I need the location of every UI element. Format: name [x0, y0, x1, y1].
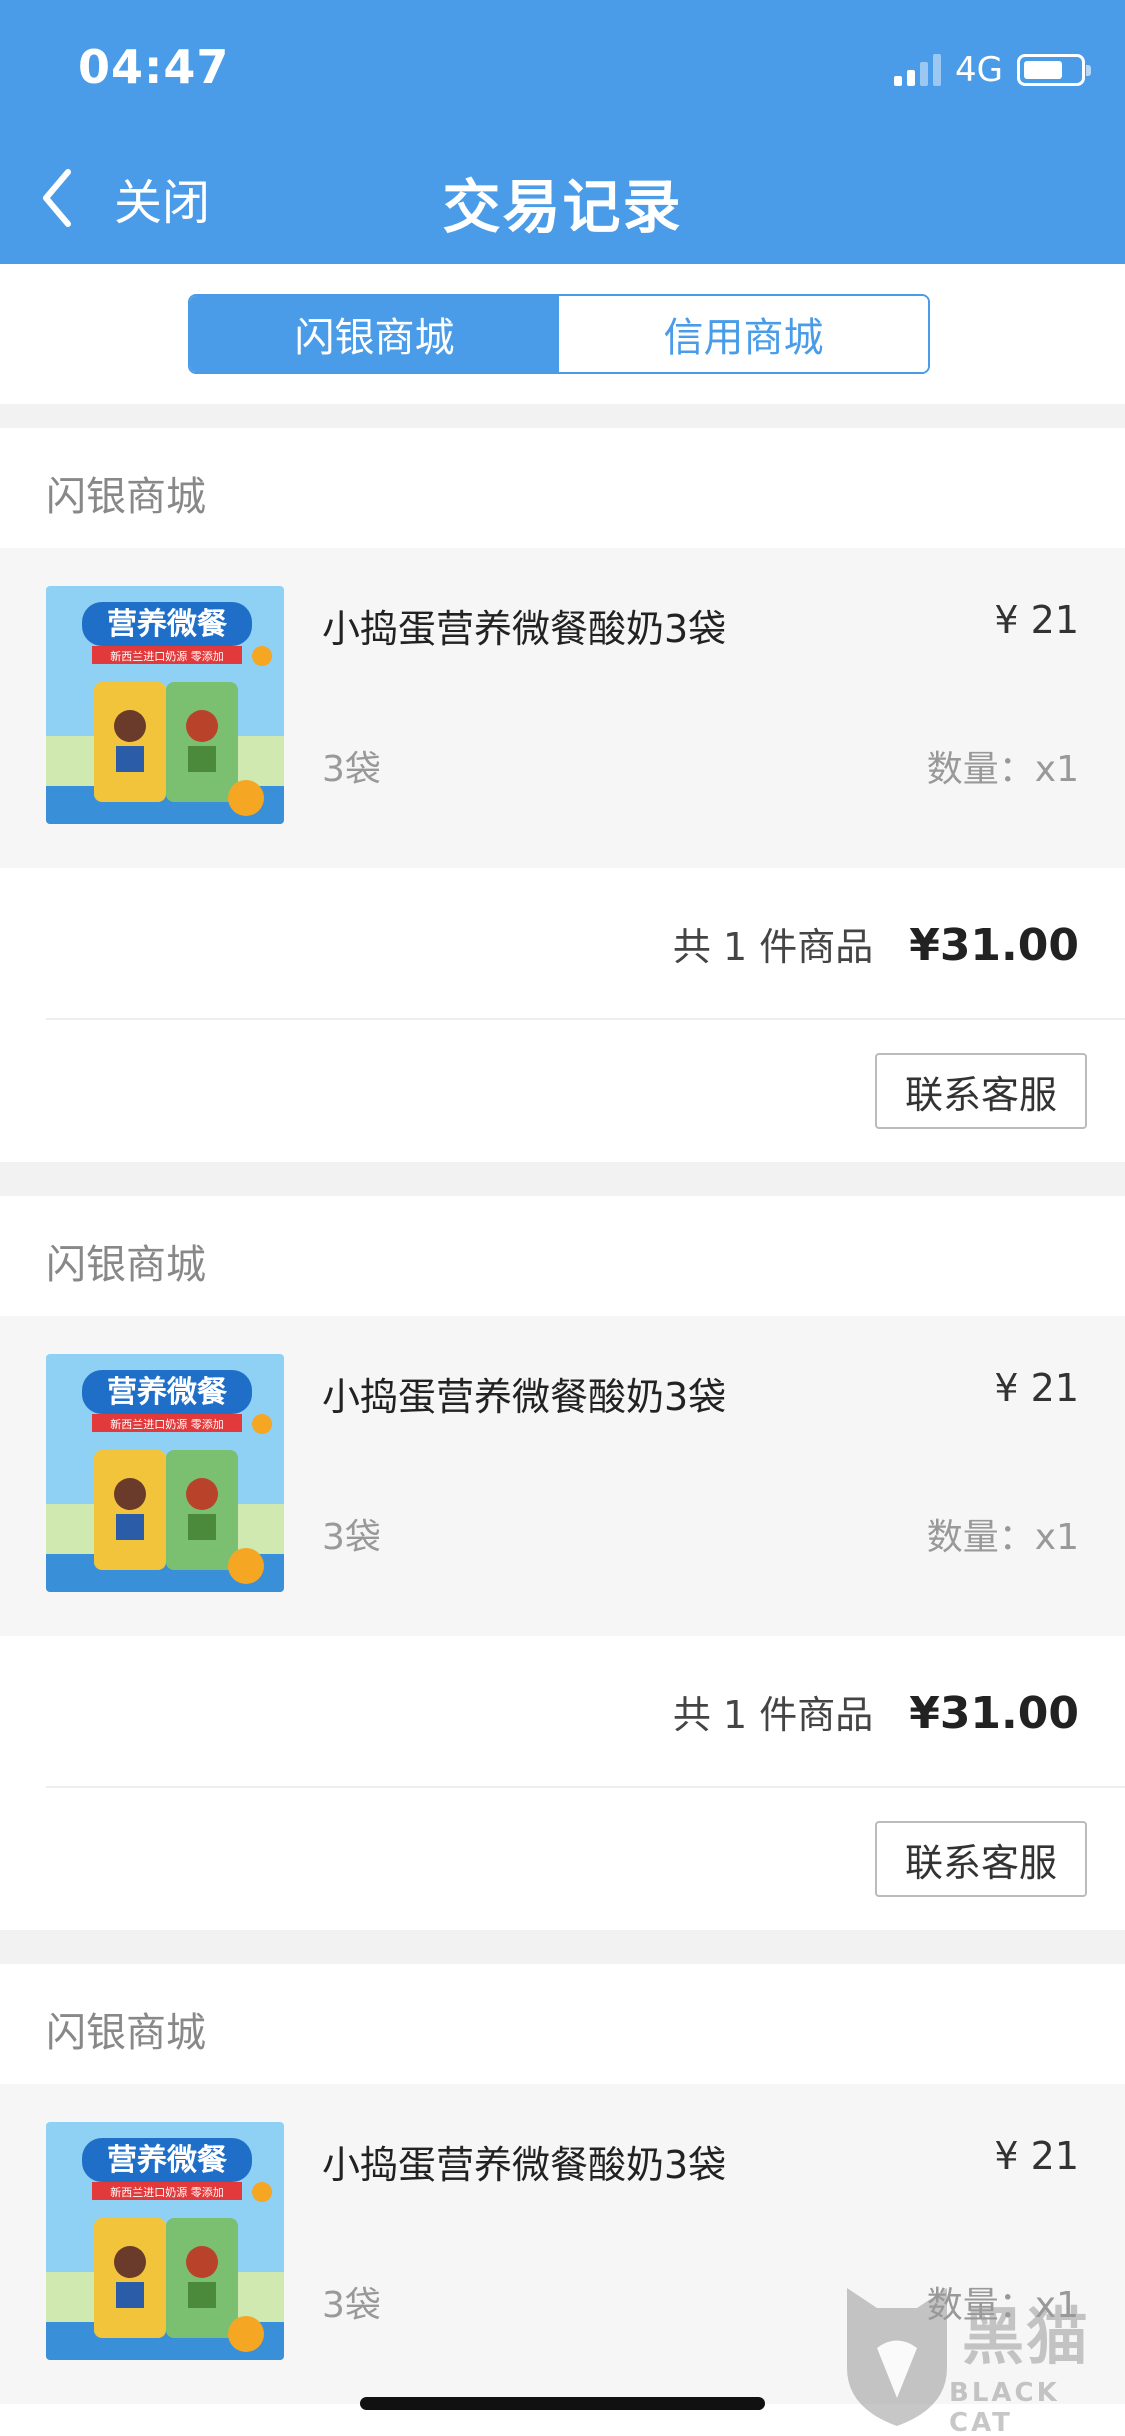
- product-image-headline: 营养微餐: [107, 1375, 228, 1410]
- product-image-tagline: 新西兰进口奶源 零添加: [110, 649, 224, 663]
- item-count: 共 1 件商品: [672, 1693, 874, 1737]
- shop-name: 闪银商城: [46, 474, 206, 520]
- product-price: ¥ 21: [994, 598, 1079, 642]
- page-title: 交易记录: [442, 173, 683, 241]
- product-image: 营养微餐 新西兰进口奶源 零添加: [46, 1354, 284, 1592]
- contact-service-button[interactable]: 联系客服: [875, 1821, 1087, 1897]
- watermark-text: 黑猫: [962, 2300, 1091, 2373]
- product-spec: 3袋: [322, 2285, 381, 2326]
- product-spec: 3袋: [322, 749, 381, 790]
- product-image: 营养微餐 新西兰进口奶源 零添加: [46, 2122, 284, 2360]
- order-total: ¥31.00: [909, 1688, 1079, 1739]
- product-image: 营养微餐 新西兰进口奶源 零添加: [46, 586, 284, 824]
- product-image-tagline: 新西兰进口奶源 零添加: [110, 2185, 224, 2199]
- product-quantity: 数量：x1: [926, 1517, 1079, 1558]
- shop-header: 闪银商城: [0, 428, 1125, 548]
- item-count: 共 1 件商品: [672, 925, 874, 969]
- order-actions: 联系客服: [0, 1788, 1125, 1930]
- product-name: 小捣蛋营养微餐酸奶3袋: [322, 1375, 727, 1419]
- battery-icon: [1017, 54, 1091, 86]
- order-summary: 共 1 件商品 ¥31.00: [46, 1636, 1125, 1788]
- shop-name: 闪银商城: [46, 1242, 206, 1288]
- product-price: ¥ 21: [994, 1366, 1079, 1410]
- product-name: 小捣蛋营养微餐酸奶3袋: [322, 607, 727, 651]
- header: 04:47 4G 关闭 交易记录: [0, 0, 1125, 264]
- cat-shield-icon: [847, 2288, 947, 2426]
- order-total: ¥31.00: [909, 920, 1079, 971]
- contact-service-button[interactable]: 联系客服: [875, 1053, 1087, 1129]
- watermark-subtext: BLACK CAT: [949, 2378, 1060, 2436]
- product-quantity: 数量：x1: [926, 749, 1079, 790]
- product-image-headline: 营养微餐: [107, 607, 228, 642]
- nav-bar: 关闭 交易记录: [0, 132, 1125, 264]
- shop-header: 闪银商城: [0, 1964, 1125, 2084]
- order-actions: 联系客服: [0, 1020, 1125, 1162]
- network-type: 4G: [955, 50, 1003, 90]
- tab-credit-mall[interactable]: 信用商城: [559, 296, 928, 372]
- product-spec: 3袋: [322, 1517, 381, 1558]
- shop-name: 闪银商城: [46, 2010, 206, 2056]
- home-indicator[interactable]: [360, 2397, 765, 2410]
- watermark-logo: 黑猫 BLACK CAT: [837, 2278, 1117, 2436]
- tab-bar: 闪银商城 信用商城: [0, 264, 1125, 404]
- product-image-headline: 营养微餐: [107, 2143, 228, 2178]
- product-row[interactable]: 营养微餐 新西兰进口奶源 零添加 小捣蛋营养微餐酸奶3袋 ¥ 21 3袋 数量：…: [0, 1316, 1125, 1636]
- status-bar: 04:47 4G: [0, 0, 1125, 132]
- shop-header: 闪银商城: [0, 1196, 1125, 1316]
- status-time: 04:47: [78, 40, 230, 94]
- status-icons: 4G: [894, 50, 1091, 90]
- order-card: 闪银商城 营养微餐 新西兰进口奶源 零添加 小捣蛋营养微餐酸奶3袋 ¥ 21 3…: [0, 1196, 1125, 1930]
- tab-shanyin-mall[interactable]: 闪银商城: [190, 296, 559, 372]
- product-row[interactable]: 营养微餐 新西兰进口奶源 零添加 小捣蛋营养微餐酸奶3袋 ¥ 21 3袋 数量：…: [0, 548, 1125, 868]
- order-summary: 共 1 件商品 ¥31.00: [46, 868, 1125, 1020]
- segmented-control: 闪银商城 信用商城: [188, 294, 930, 374]
- signal-icon: [894, 54, 942, 86]
- order-card: 闪银商城 营养微餐 新西兰进口奶源 零添加 小捣蛋营养微餐酸奶3袋 ¥ 21 3…: [0, 428, 1125, 1162]
- product-price: ¥ 21: [994, 2134, 1079, 2178]
- product-image-tagline: 新西兰进口奶源 零添加: [110, 1417, 224, 1431]
- product-name: 小捣蛋营养微餐酸奶3袋: [322, 2143, 727, 2187]
